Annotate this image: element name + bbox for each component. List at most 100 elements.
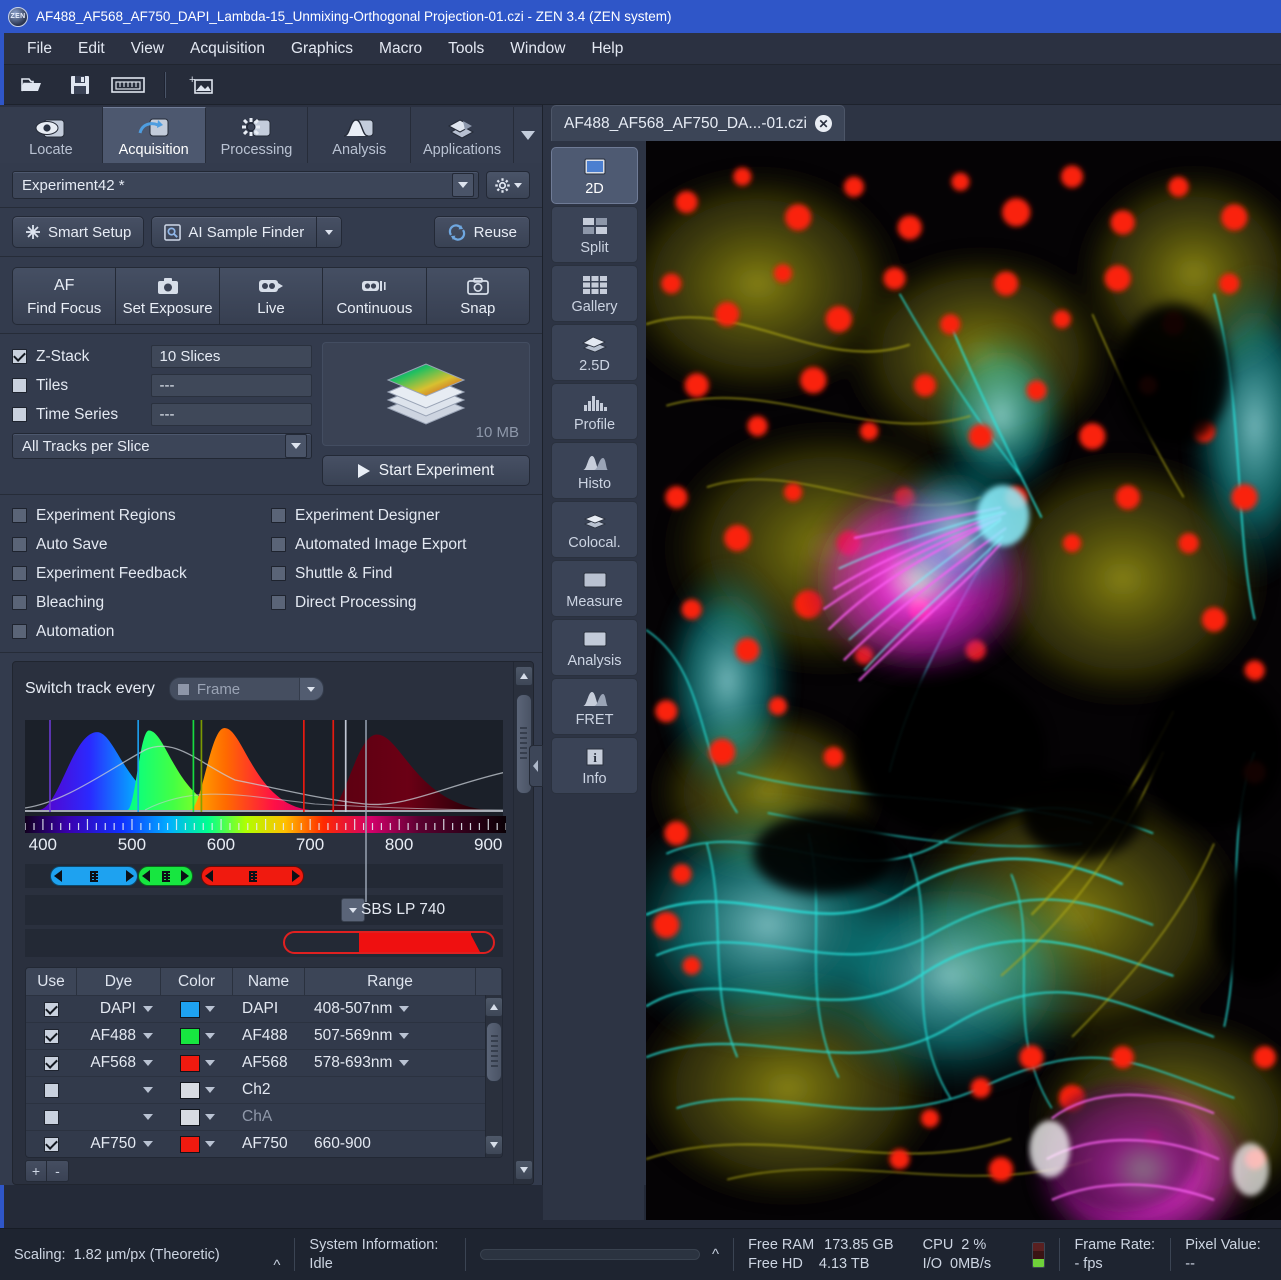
checkbox[interactable] [271,508,286,523]
color-swatch[interactable] [179,1081,200,1099]
color-swatch[interactable] [179,1135,200,1153]
table-row[interactable]: AF750 AF750 660-900 [26,1130,485,1157]
color-swatch[interactable] [179,1027,200,1045]
status-expand-icon[interactable]: ^ [273,1257,280,1274]
chevron-down-icon[interactable] [204,1033,215,1039]
reuse-button[interactable]: Reuse [433,216,530,248]
menu-item-file[interactable]: File [14,36,65,62]
slider-left-handle[interactable] [53,870,62,882]
snap-button[interactable]: Snap [425,267,531,325]
chevron-down-icon[interactable] [143,1087,153,1093]
checkbox[interactable] [44,1109,59,1125]
range-cell[interactable]: 578-693nm [305,1054,459,1072]
use-cell[interactable] [26,1001,77,1017]
tab-applications[interactable]: Applications [411,107,514,163]
checkbox[interactable] [271,595,286,610]
color-cell[interactable] [161,1000,233,1018]
table-row[interactable]: AF488 AF488 507-569nm [26,1022,485,1049]
slider-right-handle[interactable] [181,870,190,882]
chevron-down-icon[interactable] [298,678,323,700]
chevron-down-icon[interactable] [143,1114,153,1120]
checkbox[interactable] [44,1082,59,1098]
column-header-dye[interactable]: Dye [77,968,161,995]
checkbox-time-series[interactable] [12,407,27,422]
more-tabs-button[interactable] [513,107,542,163]
dimension-row-tiles[interactable]: Tiles --- [12,371,312,400]
view-tool-measure[interactable]: Measure [551,560,638,617]
progress-expand-icon[interactable]: ^ [712,1246,719,1263]
menu-item-acquisition[interactable]: Acquisition [177,36,278,62]
checkbox-tiles[interactable] [12,378,27,393]
checkbox[interactable] [271,537,286,552]
start-experiment-button[interactable]: Start Experiment [322,455,530,486]
name-cell[interactable]: ChA [233,1108,305,1126]
checkbox[interactable] [12,508,27,523]
option-automation[interactable]: Automation [12,617,271,646]
checkbox[interactable] [12,595,27,610]
name-cell[interactable]: AF750 [233,1135,305,1153]
color-cell[interactable] [161,1081,233,1099]
dimension-value[interactable]: 10 Slices [150,345,312,368]
experiment-select[interactable]: Experiment42 * [12,171,479,199]
view-tool-2.5d[interactable]: 2.5D [551,324,638,381]
option-bleaching[interactable]: Bleaching [12,588,271,617]
slider-grip[interactable] [90,870,99,882]
color-cell[interactable] [161,1054,233,1072]
close-icon[interactable]: ✕ [814,115,832,132]
chevron-down-icon[interactable] [399,1006,410,1012]
menu-item-view[interactable]: View [118,36,177,62]
tab-acquisition[interactable]: Acquisition [102,107,206,163]
scroll-down-button[interactable] [485,1135,502,1155]
menu-item-graphics[interactable]: Graphics [278,36,366,62]
chevron-down-icon[interactable] [285,434,307,458]
dye-cell[interactable] [77,1087,161,1093]
slider-left-handle[interactable] [142,870,151,882]
view-tool-gallery[interactable]: Gallery [551,265,638,322]
chevron-down-icon[interactable] [204,1087,215,1093]
option-automated-image-export[interactable]: Automated Image Export [271,530,530,559]
color-cell[interactable] [161,1135,233,1153]
option-shuttle-find[interactable]: Shuttle & Find [271,559,530,588]
menu-item-edit[interactable]: Edit [65,36,118,62]
dimension-row-z-stack[interactable]: Z-Stack 10 Slices [12,342,312,371]
column-header-range[interactable]: Range [305,968,476,995]
slider-right-handle[interactable] [291,870,300,882]
dye-cell[interactable]: AF488 [77,1027,161,1045]
track-mode-select[interactable]: All Tracks per Slice [12,433,312,459]
checkbox[interactable] [44,1055,59,1071]
view-tool-colocal[interactable]: Colocal. [551,501,638,558]
smart-setup-button[interactable]: Smart Setup [12,216,145,248]
color-swatch[interactable] [179,1108,200,1126]
ruler-icon[interactable] [106,68,150,102]
live-button[interactable]: Live [218,267,323,325]
range-slider-af568[interactable] [201,866,304,886]
add-channel-button[interactable]: + [25,1160,47,1182]
column-header-color[interactable]: Color [161,968,233,995]
af750-range-slider[interactable] [283,931,495,954]
color-cell[interactable] [161,1108,233,1126]
table-row[interactable]: Ch2 [26,1076,485,1103]
document-tab[interactable]: AF488_AF568_AF750_DA...-01.czi ✕ [551,105,845,141]
column-header-use[interactable]: Use [26,968,77,995]
column-header-name[interactable]: Name [233,968,305,995]
checkbox[interactable] [271,566,286,581]
dye-cell[interactable]: AF750 [77,1135,161,1153]
slider-right-handle[interactable] [126,870,135,882]
use-cell[interactable] [26,1055,77,1071]
option-auto-save[interactable]: Auto Save [12,530,271,559]
slider-left-handle[interactable] [205,870,214,882]
dye-cell[interactable]: DAPI [77,1000,161,1018]
chevron-down-icon[interactable] [143,1141,153,1147]
option-experiment-designer[interactable]: Experiment Designer [271,501,530,530]
checkbox[interactable] [44,1001,59,1017]
remove-channel-button[interactable]: - [47,1160,69,1182]
ai-sample-finder-main[interactable]: AI Sample Finder [151,216,317,248]
switch-track-select[interactable]: Frame [168,677,324,701]
chevron-down-icon[interactable] [204,1006,215,1012]
option-direct-processing[interactable]: Direct Processing [271,588,530,617]
view-tool-histo[interactable]: Histo [551,442,638,499]
view-tool-split[interactable]: Split [551,206,638,263]
range-cell[interactable]: 660-900 [305,1135,459,1153]
view-tool-profile[interactable]: Profile [551,383,638,440]
range-cell[interactable]: 408-507nm [305,1000,459,1018]
